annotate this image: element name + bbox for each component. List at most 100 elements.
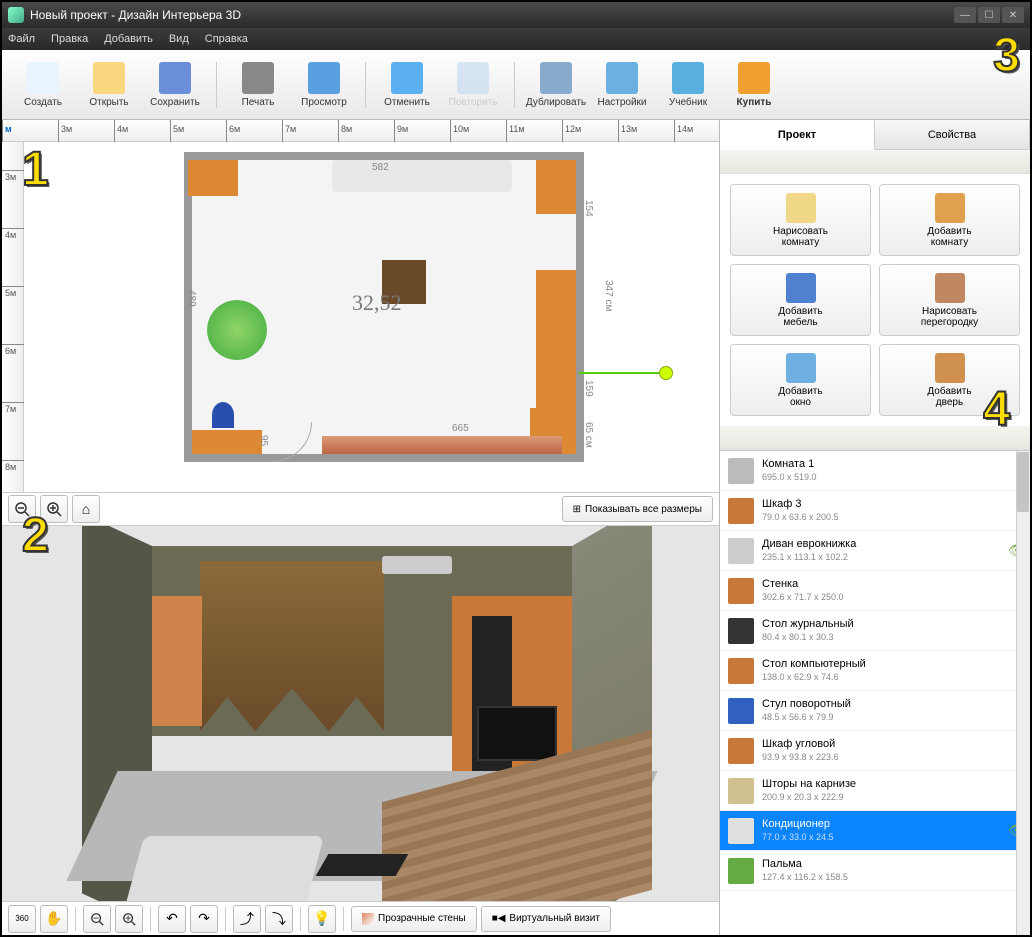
action-Нарисовать-перегородку[interactable]: Нарисоватьперегородку [879,264,1020,336]
maximize-button[interactable]: ☐ [978,7,1000,23]
object-item[interactable]: Кондиционер77.0 x 33.0 x 24.5👁 [720,811,1030,851]
object-icon [728,778,754,804]
rotate-left-button[interactable]: ↶ [158,905,186,933]
action-icon [935,353,965,383]
toolbar-Дублировать[interactable]: Дублировать [525,56,587,114]
tab-properties[interactable]: Свойства [875,120,1030,149]
ruler-tick: 6м [226,120,240,142]
action-Добавить-окно[interactable]: Добавитьокно [730,344,871,416]
ruler-tick: 7м [282,120,296,142]
transparent-walls-button[interactable]: Прозрачные стены [351,906,477,932]
action-Нарисовать-комнату[interactable]: Нарисоватькомнату [730,184,871,256]
menu-Вид[interactable]: Вид [169,33,189,45]
object-item[interactable]: Стул поворотный48.5 x 56.6 x 79.9 [720,691,1030,731]
object-item[interactable]: Диван еврокнижка235.1 x 113.1 x 102.2👁 [720,531,1030,571]
action-label: Добавитьмебель [778,306,822,328]
toolbar-label: Просмотр [301,97,347,108]
selection-handle[interactable] [659,366,673,380]
furniture-corner-cab[interactable] [536,160,576,214]
home-button[interactable]: ⌂ [72,495,100,523]
toolbar-Сохранить[interactable]: Сохранить [144,56,206,114]
object-item[interactable]: Шкаф 379.0 x 63.6 x 200.5 [720,491,1030,531]
object-info: Шторы на карнизе200.9 x 20.3 x 222.9 [762,778,1022,803]
toolbar-Отменить[interactable]: Отменить [376,56,438,114]
action-Добавить-комнату[interactable]: Добавитькомнату [879,184,1020,256]
object-item[interactable]: Стенка302.6 x 71.7 x 250.0 [720,571,1030,611]
object-name: Стол компьютерный [762,658,1022,672]
view-3d[interactable] [2,526,719,901]
show-sizes-button[interactable]: ⊞Показывать все размеры [562,496,713,522]
action-label: Нарисоватьперегородку [921,306,978,328]
object-dims: 80.4 x 80.1 x 30.3 [762,632,1022,643]
object-dims: 127.4 x 116.2 x 158.5 [762,872,1022,883]
object-info: Стол журнальный80.4 x 80.1 x 30.3 [762,618,1022,643]
tilt-down-button[interactable]: ⤵ [265,905,293,933]
virtual-visit-button[interactable]: ■◀Виртуальный визит [481,906,611,932]
plan-toolbar: ⌂ ⊞Показывать все размеры [2,492,719,526]
object-name: Комната 1 [762,458,1022,472]
overlay-4: 4 [983,382,1010,437]
furniture-desk[interactable] [192,430,262,454]
furniture-sofa-top[interactable] [332,160,512,192]
ruler-tick: м [2,120,12,142]
furniture-chair[interactable] [212,402,234,428]
app-icon [8,7,24,23]
light-button[interactable]: 💡 [308,905,336,933]
toolbar-Настройки[interactable]: Настройки [591,56,653,114]
menu-Правка[interactable]: Правка [51,33,88,45]
menu-Файл[interactable]: Файл [8,33,35,45]
window-title: Новый проект - Дизайн Интерьера 3D [30,8,241,22]
action-Добавить-мебель[interactable]: Добавитьмебель [730,264,871,336]
overlay-3: 3 [993,28,1020,83]
ruler-tick: 5м [170,120,184,142]
object-item[interactable]: Стол компьютерный138.0 x 62.9 x 74.6 [720,651,1030,691]
object-item[interactable]: Комната 1695.0 x 519.0 [720,451,1030,491]
action-icon [786,193,816,223]
object-name: Стол журнальный [762,618,1022,632]
toolbar-Купить[interactable]: Купить [723,56,785,114]
toolbar-label: Учебник [669,97,707,108]
object-item[interactable]: Шторы на карнизе200.9 x 20.3 x 222.9 [720,771,1030,811]
close-button[interactable]: ✕ [1002,7,1024,23]
zoom-in-3d-button[interactable] [115,905,143,933]
object-icon [728,698,754,724]
toolbar-Создать[interactable]: Создать [12,56,74,114]
furniture-wardrobe[interactable] [188,160,238,196]
zoom-out-3d-button[interactable] [83,905,111,933]
scrollbar-thumb[interactable] [1017,452,1029,512]
toolbar-Печать[interactable]: Печать [227,56,289,114]
object-item[interactable]: Шкаф угловой93.9 x 93.8 x 223.6 [720,731,1030,771]
object-item[interactable]: Пальма127.4 x 116.2 x 158.5 [720,851,1030,891]
toolbar-Просмотр[interactable]: Просмотр [293,56,355,114]
toolbar-icon [93,62,125,94]
object-info: Диван еврокнижка235.1 x 113.1 x 102.2 [762,538,1000,563]
tab-project[interactable]: Проект [720,120,875,150]
furniture-wall-unit[interactable] [536,270,576,430]
rotate-right-button[interactable]: ↷ [190,905,218,933]
toolbar-Учебник[interactable]: Учебник [657,56,719,114]
object-icon [728,818,754,844]
plan-canvas[interactable]: 32,52 582 665 489 95 347 см 154 159 65 с… [24,142,719,492]
rotate360-button[interactable]: 360 [8,905,36,933]
scrollbar[interactable] [1016,451,1030,935]
toolbar-icon [159,62,191,94]
cabinet-3d [152,596,202,726]
object-info: Шкаф 379.0 x 63.6 x 200.5 [762,498,1022,523]
room-outline[interactable]: 32,52 582 665 489 95 347 см 154 159 65 с… [184,152,584,462]
furniture-sofa-bottom[interactable] [322,436,562,454]
menu-Добавить[interactable]: Добавить [104,33,153,45]
tilt-up-button[interactable]: ⤴ [233,905,261,933]
object-item[interactable]: Стол журнальный80.4 x 80.1 x 30.3 [720,611,1030,651]
toolbar-Повторить[interactable]: Повторить [442,56,504,114]
action-icon [935,273,965,303]
action-label: Добавитьокно [778,386,822,408]
object-info: Стенка302.6 x 71.7 x 250.0 [762,578,1022,603]
furniture-plant[interactable] [207,300,267,360]
toolbar-Открыть[interactable]: Открыть [78,56,140,114]
pan-button[interactable]: ✋ [40,905,68,933]
ruler-tick: 8м [2,460,24,472]
ruler-tick: 13м [618,120,637,142]
minimize-button[interactable]: — [954,7,976,23]
menu-Справка[interactable]: Справка [205,33,248,45]
object-dims: 48.5 x 56.6 x 79.9 [762,712,1022,723]
